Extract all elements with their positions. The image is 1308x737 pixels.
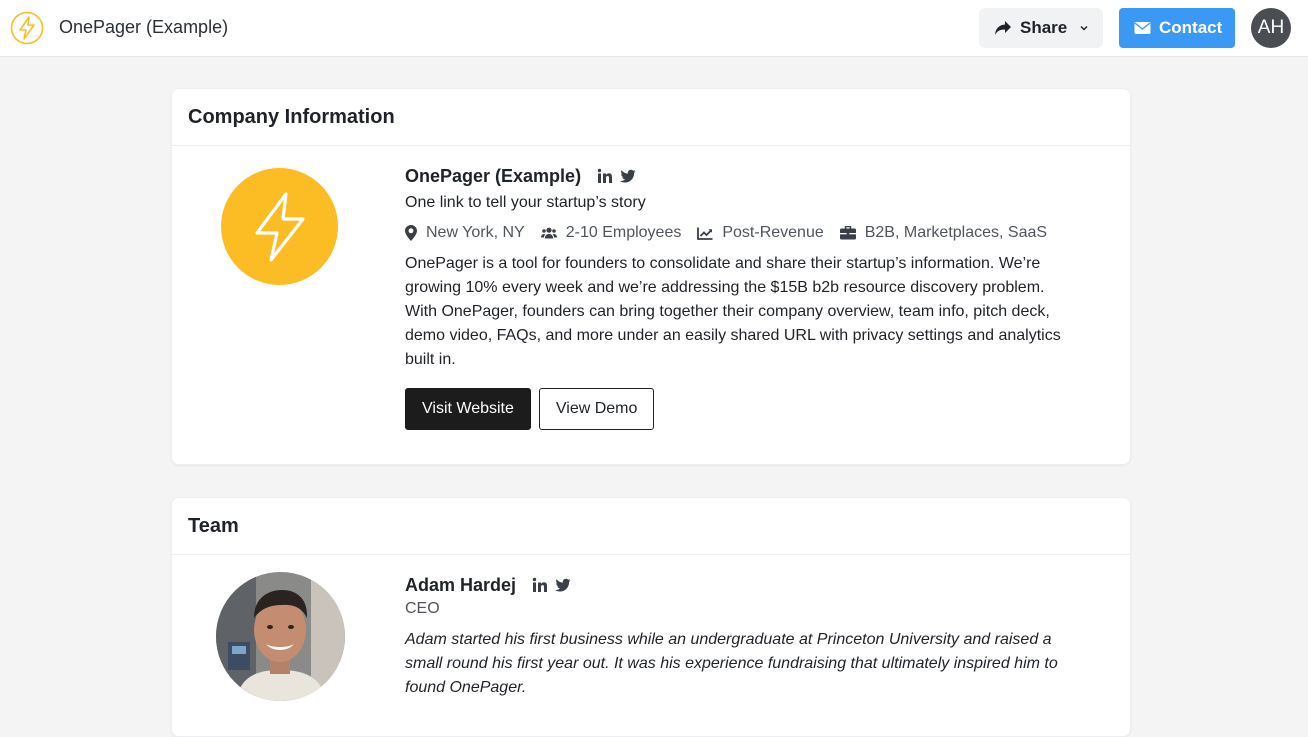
- chart-line-icon: [697, 227, 713, 240]
- section-title-team: Team: [172, 498, 1130, 555]
- company-meta: New York, NY 2-10 Employees Post-Revenue…: [405, 224, 1105, 242]
- team-member-photo: [216, 572, 345, 701]
- view-demo-button[interactable]: View Demo: [538, 388, 655, 430]
- industries-text: B2B, Marketplaces, SaaS: [864, 224, 1048, 241]
- contact-button[interactable]: Contact: [1119, 8, 1235, 48]
- share-button[interactable]: Share: [979, 8, 1103, 48]
- member-name: Adam Hardej: [405, 574, 517, 595]
- user-avatar[interactable]: AH: [1251, 8, 1291, 48]
- company-logo: [221, 168, 338, 285]
- users-icon: [540, 227, 557, 239]
- chevron-down-icon: [1080, 25, 1088, 31]
- company-description: OnePager is a tool for founders to conso…: [405, 255, 1061, 368]
- location-text: New York, NY: [426, 224, 525, 241]
- company-information-card: Company Information OnePager (Example) O…: [171, 88, 1131, 465]
- brand-name[interactable]: OnePager (Example): [59, 17, 228, 38]
- twitter-icon[interactable]: [620, 168, 636, 184]
- map-pin-icon: [405, 225, 417, 241]
- stage-item: Post-Revenue: [697, 224, 824, 242]
- contact-label: Contact: [1159, 18, 1223, 37]
- top-navbar: OnePager (Example) Share Contact AH: [0, 0, 1308, 57]
- company-name: OnePager (Example): [405, 165, 582, 186]
- mail-icon: [1134, 22, 1151, 34]
- brand-logo-icon[interactable]: [10, 11, 44, 45]
- team-member-details: Adam Hardej CEO Adam started his first b…: [405, 574, 1095, 700]
- company-details: OnePager (Example) One link to tell your…: [405, 165, 1105, 430]
- share-icon: [995, 21, 1011, 35]
- linkedin-icon[interactable]: [532, 577, 548, 593]
- location-item: New York, NY: [405, 224, 525, 242]
- briefcase-icon: [839, 226, 856, 240]
- stage-text: Post-Revenue: [722, 224, 824, 241]
- person-photo-icon: [216, 572, 345, 701]
- share-label: Share: [1020, 18, 1068, 37]
- section-title-company: Company Information: [172, 89, 1130, 146]
- visit-website-button[interactable]: Visit Website: [405, 388, 531, 430]
- industries-item: B2B, Marketplaces, SaaS: [839, 224, 1048, 242]
- twitter-icon[interactable]: [555, 577, 571, 593]
- employees-item: 2-10 Employees: [540, 224, 682, 242]
- member-bio: Adam started his first business while an…: [405, 631, 1058, 696]
- linkedin-icon[interactable]: [597, 168, 613, 184]
- company-tagline: One link to tell your startup’s story: [405, 194, 646, 211]
- member-role: CEO: [405, 600, 440, 617]
- team-card: Team Adam Hardej CEO Adam started his fi…: [171, 497, 1131, 737]
- bolt-icon: [254, 191, 305, 262]
- employees-text: 2-10 Employees: [565, 224, 682, 241]
